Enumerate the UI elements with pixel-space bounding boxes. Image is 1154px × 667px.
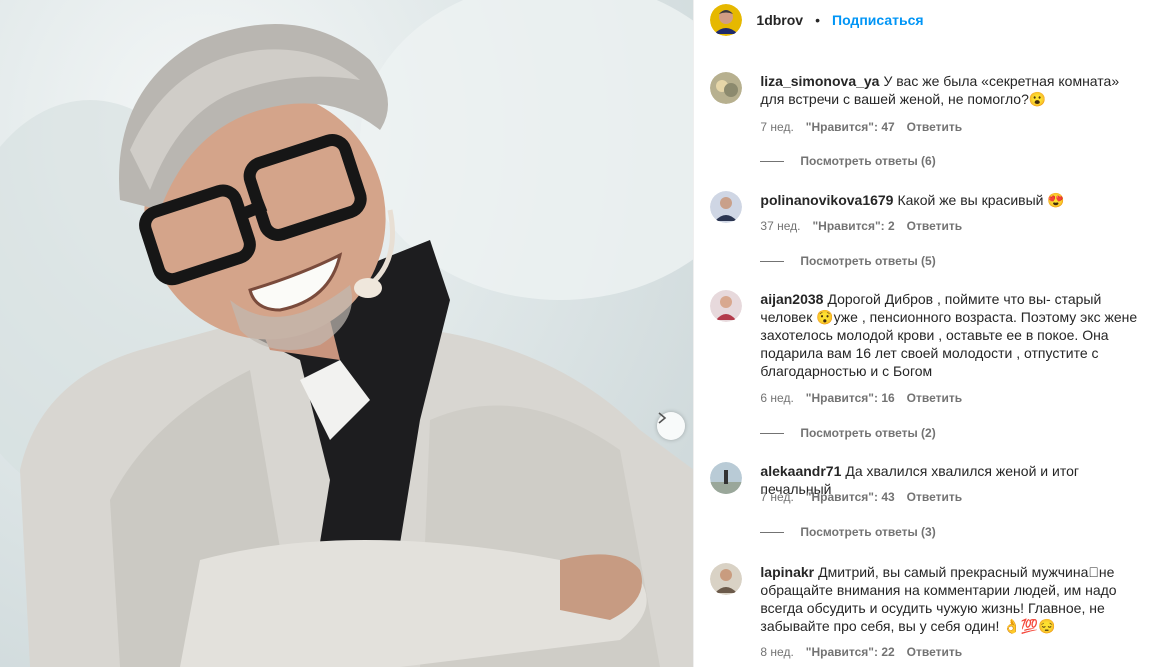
comment-likes[interactable]: "Нравится": 2	[812, 219, 894, 233]
comment-meta: 8 нед. "Нравится": 22 Ответить	[760, 645, 962, 659]
comment-meta: 6 нед. "Нравится": 16 Ответить	[760, 391, 962, 405]
follow-button[interactable]: Подписаться	[832, 12, 924, 28]
author-username[interactable]: 1dbrov	[756, 12, 803, 28]
comment-age: 7 нед.	[760, 490, 794, 504]
comment-meta: 37 нед. "Нравится": 2 Ответить	[760, 219, 962, 233]
view-replies-label: Посмотреть ответы (3)	[800, 525, 936, 539]
reply-button[interactable]: Ответить	[907, 120, 962, 134]
view-replies-label: Посмотреть ответы (6)	[800, 154, 936, 168]
comment-meta: 7 нед. "Нравится": 47 Ответить	[760, 120, 962, 134]
replies-divider	[760, 432, 785, 434]
commenter-avatar[interactable]	[710, 563, 743, 595]
chevron-right-icon	[658, 412, 667, 424]
next-photo-button[interactable]	[657, 412, 685, 440]
author-avatar[interactable]	[710, 4, 743, 36]
comment-body: liza_simonova_ya У вас же была «секретная…	[760, 72, 1145, 108]
commenter-avatar[interactable]	[710, 462, 743, 494]
comment-username[interactable]: liza_simonova_ya	[760, 73, 879, 89]
comment-username[interactable]: alekaandr71	[760, 463, 841, 479]
replies-divider	[760, 160, 785, 162]
comment-body: polinanovikova1679 Какой же вы красивый 😍	[760, 191, 1145, 209]
commenter-avatar[interactable]	[710, 72, 743, 104]
reply-button[interactable]: Ответить	[907, 645, 962, 659]
replies-divider	[760, 531, 785, 533]
post-header: 1dbrov • Подписаться	[694, 0, 1154, 40]
comment-username[interactable]: polinanovikova1679	[760, 192, 893, 208]
view-replies-label: Посмотреть ответы (2)	[800, 426, 936, 440]
view-replies-button[interactable]: Посмотреть ответы (2)	[760, 426, 936, 440]
photo-illustration	[0, 0, 694, 667]
comments-panel: 1dbrov • Подписаться liza_simonova_ya У в…	[693, 0, 1154, 667]
reply-button[interactable]: Ответить	[907, 490, 962, 504]
comment-age: 7 нед.	[760, 120, 794, 134]
comment-likes[interactable]: "Нравится": 43	[806, 490, 895, 504]
comment-body: aijan2038 Дорогой Дибров , поймите что вы…	[760, 290, 1145, 380]
comment-likes[interactable]: "Нравится": 16	[806, 391, 895, 405]
comment-text: Какой же вы красивый 😍	[897, 192, 1065, 208]
view-replies-button[interactable]: Посмотреть ответы (5)	[760, 254, 936, 268]
reply-button[interactable]: Ответить	[907, 391, 962, 405]
view-replies-button[interactable]: Посмотреть ответы (6)	[760, 154, 936, 168]
replies-divider	[760, 260, 785, 262]
commenter-avatar[interactable]	[710, 290, 743, 322]
comment-age: 6 нед.	[760, 391, 794, 405]
comment-body: lapinakr Дмитрий, вы самый прекрасный муж…	[760, 563, 1145, 635]
comment-username[interactable]: aijan2038	[760, 291, 823, 307]
commenter-avatar[interactable]	[710, 191, 743, 223]
view-replies-button[interactable]: Посмотреть ответы (3)	[760, 525, 936, 539]
reply-button[interactable]: Ответить	[907, 219, 962, 233]
comment-age: 37 нед.	[760, 219, 801, 233]
comment-age: 8 нед.	[760, 645, 794, 659]
comment-likes[interactable]: "Нравится": 47	[806, 120, 895, 134]
comment-likes[interactable]: "Нравится": 22	[806, 645, 895, 659]
post-viewer: 1dbrov • Подписаться liza_simonova_ya У в…	[0, 0, 1154, 667]
view-replies-label: Посмотреть ответы (5)	[800, 254, 936, 268]
comment-meta: 7 нед. "Нравится": 43 Ответить	[760, 490, 962, 504]
comment-username[interactable]: lapinakr	[760, 564, 814, 580]
separator-dot: •	[815, 12, 820, 28]
post-photo[interactable]	[0, 0, 694, 667]
